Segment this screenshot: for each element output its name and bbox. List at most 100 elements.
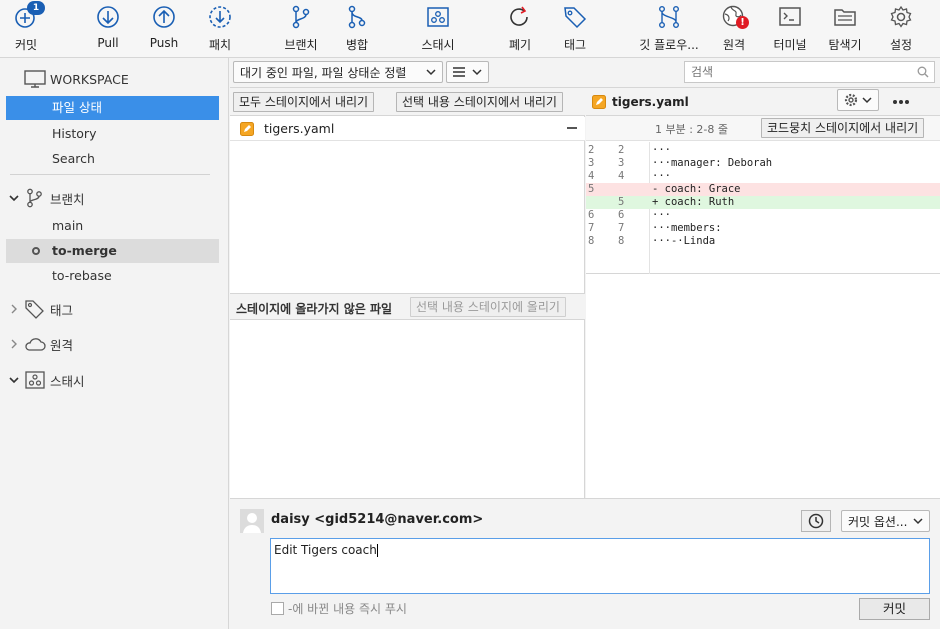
search-box[interactable] — [684, 61, 935, 83]
stash-button[interactable]: 스태시 — [418, 4, 458, 56]
collapse-icon[interactable] — [567, 127, 577, 129]
file-view-select[interactable]: 대기 중인 파일, 파일 상태순 정렬 — [233, 61, 443, 83]
sidebar-divider — [10, 174, 210, 175]
pull-icon — [97, 6, 119, 28]
commit-history-button[interactable] — [801, 510, 831, 532]
sidebar-stashes-header[interactable]: 스태시 — [6, 367, 221, 393]
unstage-selected-button[interactable]: 선택 내용 스테이지에서 내리기 — [396, 92, 563, 112]
git-flow-label: 깃 플로우... — [639, 38, 699, 52]
file-view-select-value: 대기 중인 파일, 파일 상태순 정렬 — [240, 65, 407, 80]
staged-file-row[interactable]: tigers.yaml — [230, 117, 585, 141]
fetch-button[interactable]: 패치 — [206, 4, 234, 56]
chevron-down-icon — [9, 377, 19, 384]
push-immediately-row[interactable]: -에 바뀐 내용 즉시 푸시 — [271, 600, 407, 617]
branch-button[interactable]: 브랜치 — [281, 4, 321, 56]
user-avatar-icon — [243, 513, 261, 533]
tag-button[interactable]: 태그 — [561, 4, 589, 56]
commit-toolbar-button[interactable]: 1 커밋 — [12, 1, 45, 56]
diff-old-line-number: 5 — [588, 183, 595, 195]
diff-line: 2 2 ··· — [586, 144, 940, 157]
staging-pane: 모두 스테이지에서 내리기 선택 내용 스테이지에서 내리기 tigers.ya… — [230, 89, 585, 498]
list-icon — [453, 67, 465, 77]
discard-button[interactable]: 폐기 — [506, 4, 534, 56]
diff-file-name: tigers.yaml — [612, 95, 689, 109]
stash-label: 스태시 — [421, 38, 455, 52]
chevron-down-icon — [9, 195, 19, 202]
hunk-range: 1 부분 : 2-8 줄 — [655, 123, 729, 136]
sidebar-item-branch-main[interactable]: main — [6, 214, 219, 238]
diff-line-code: ···manager: Deborah — [652, 157, 773, 169]
sidebar-remotes-header[interactable]: 원격 — [6, 331, 221, 357]
diff-line: 4 4 ··· — [586, 170, 940, 183]
search-input[interactable] — [691, 65, 901, 79]
diff-line: 6 6 ··· — [586, 209, 940, 222]
fetch-icon — [209, 6, 231, 28]
sidebar-item-file-status[interactable]: 파일 상태 — [6, 96, 219, 120]
diff-line-code: ··· — [652, 170, 671, 182]
monitor-icon — [24, 70, 46, 88]
remote-label: 원격 — [722, 38, 746, 52]
diff-line-code: ···members: — [652, 222, 722, 234]
sidebar-item-search[interactable]: Search — [6, 147, 219, 171]
text-cursor — [376, 544, 378, 557]
diff-old-line-number: 7 — [588, 222, 595, 234]
diff-line: 5 + coach: Ruth — [586, 196, 940, 209]
git-flow-button[interactable]: 깃 플로우... — [636, 4, 702, 56]
workspace-label: WORKSPACE — [50, 71, 129, 87]
merge-icon — [348, 5, 366, 29]
push-button[interactable]: Push — [150, 4, 178, 56]
diff-line: 3 3 ···manager: Deborah — [586, 157, 940, 170]
commit-author: daisy <gid5214@naver.com> — [271, 512, 484, 527]
chevron-right-icon — [11, 304, 17, 314]
settings-button[interactable]: 설정 — [887, 4, 915, 56]
unstage-hunk-button[interactable]: 코드뭉치 스테이지에서 내리기 — [761, 118, 925, 138]
modified-file-icon — [592, 95, 606, 109]
terminal-icon — [779, 7, 801, 26]
stage-selected-button[interactable]: 선택 내용 스테이지에 올리기 — [410, 297, 566, 317]
chevron-down-icon — [426, 69, 436, 76]
commit-toolbar-label: 커밋 — [14, 38, 38, 52]
diff-old-line-number: 3 — [588, 157, 595, 169]
diff-new-line-number: 2 — [618, 144, 625, 156]
git-flow-icon — [659, 6, 680, 29]
commit-message-text: Edit Tigers coach — [274, 543, 377, 557]
terminal-button[interactable]: 터미널 — [770, 4, 810, 56]
sidebar-item-history[interactable]: History — [6, 122, 219, 146]
unstage-all-button[interactable]: 모두 스테이지에서 내리기 — [233, 92, 375, 112]
folder-icon — [834, 9, 856, 26]
push-immediately-checkbox[interactable] — [271, 602, 284, 615]
explorer-label: 탐색기 — [828, 38, 862, 52]
sidebar-item-branch-to-rebase[interactable]: to-rebase — [6, 264, 219, 288]
diff-new-line-number: 4 — [618, 170, 625, 182]
sidebar-branches-header[interactable]: 브랜치 — [6, 185, 221, 211]
chevron-down-icon — [862, 97, 872, 104]
unstaged-toolbar: 스테이지에 올라가지 않은 파일 선택 내용 스테이지에 올리기 — [230, 293, 585, 320]
tag-icon — [564, 7, 587, 29]
diff-new-line-number: 3 — [618, 157, 625, 169]
diff-options-select[interactable] — [837, 89, 879, 111]
chevron-right-icon — [11, 339, 17, 349]
sidebar-tags-header[interactable]: 태그 — [6, 296, 221, 322]
remote-button[interactable]: ! 원격 — [720, 4, 749, 56]
diff-line: 8 8 ···-·Linda — [586, 235, 940, 248]
commit-button[interactable]: 커밋 — [859, 598, 930, 620]
cloud-icon — [25, 338, 46, 351]
filter-bar: 대기 중인 파일, 파일 상태순 정렬 — [230, 58, 940, 88]
diff-line: 7 7 ···members: — [586, 222, 940, 235]
merge-label: 병합 — [345, 38, 369, 52]
sidebar-item-branch-to-merge[interactable]: to-merge — [6, 239, 219, 263]
list-mode-select[interactable] — [446, 61, 489, 83]
commit-options-select[interactable]: 커밋 옵션... — [841, 510, 930, 532]
more-icon[interactable] — [892, 99, 910, 105]
diff-new-line-number: 7 — [618, 222, 625, 234]
diff-line-code: + coach: Ruth — [652, 196, 735, 208]
explorer-button[interactable]: 탐색기 — [825, 4, 865, 56]
pull-button[interactable]: Pull — [94, 4, 122, 56]
push-label: Push — [149, 36, 179, 50]
merge-button[interactable]: 병합 — [342, 4, 372, 56]
commit-message-input[interactable]: Edit Tigers coach — [270, 538, 930, 594]
sidebar: WORKSPACE 파일 상태 History Search 브랜치 main … — [0, 58, 229, 629]
push-immediately-label: -에 바뀐 내용 즉시 푸시 — [288, 602, 407, 616]
commit-area: daisy <gid5214@naver.com> 커밋 옵션... Edit … — [230, 498, 940, 629]
settings-label: 설정 — [889, 38, 913, 52]
